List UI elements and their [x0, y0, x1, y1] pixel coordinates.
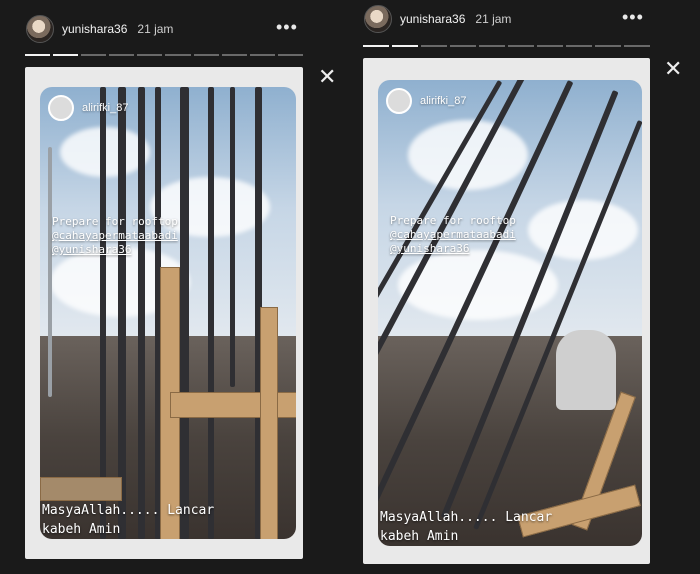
avatar[interactable]: [364, 5, 392, 33]
progress-segment: [479, 45, 505, 47]
story-card[interactable]: alirifki_87 Prepare for rooftop @cahayap…: [363, 58, 650, 564]
progress-segment: [249, 54, 275, 56]
story-card[interactable]: alirifki_87 Prepare for rooftop @cahayap…: [25, 67, 303, 559]
time-ago: 21 jam: [137, 22, 174, 36]
post-photo: alirifki_87 Prepare for rooftop @cahayap…: [378, 80, 642, 546]
time-ago: 21 jam: [475, 12, 512, 26]
more-options-icon[interactable]: •••: [276, 18, 298, 36]
mention-link[interactable]: @cahayapermataabadi: [52, 229, 178, 243]
caption-line: kabeh Amin: [42, 522, 121, 537]
post-header: alirifki_87: [386, 88, 466, 114]
mention-link[interactable]: @yunishara36: [390, 242, 516, 256]
story-text-line: Prepare for rooftop: [390, 214, 516, 227]
progress-segment: [421, 45, 447, 47]
progress-segment: [193, 54, 219, 56]
caption: MasyaAllah..... Lancar kabeh Amin: [42, 501, 214, 539]
mention-link[interactable]: @cahayapermataabadi: [390, 228, 516, 242]
username[interactable]: yunishara36: [400, 12, 465, 26]
more-options-icon[interactable]: •••: [622, 8, 644, 26]
progress-segment: [508, 45, 534, 47]
progress-segment: [25, 54, 51, 56]
story-text: Prepare for rooftop @cahayapermataabadi …: [390, 214, 516, 256]
progress-segment: [392, 45, 418, 47]
post-avatar: [386, 88, 412, 114]
username[interactable]: yunishara36: [62, 22, 127, 36]
story-text-line: Prepare for rooftop: [52, 215, 178, 228]
story-viewer-right: yunishara36 21 jam ••• alirifki_87 Prepa…: [340, 0, 700, 574]
story-progress-bar: [25, 54, 303, 56]
caption: MasyaAllah..... Lancar kabeh Amin: [380, 508, 552, 546]
caption-line: MasyaAllah..... Lancar: [380, 510, 553, 525]
progress-segment: [109, 54, 135, 56]
progress-segment: [450, 45, 476, 47]
progress-segment: [137, 54, 163, 56]
progress-segment: [221, 54, 247, 56]
story-viewer-left: yunishara36 21 jam ••• alirifki_87 Prepa…: [0, 0, 322, 574]
progress-segment: [537, 45, 563, 47]
avatar[interactable]: [26, 15, 54, 43]
progress-segment: [566, 45, 592, 47]
progress-segment: [81, 54, 107, 56]
caption-line: kabeh Amin: [380, 529, 459, 544]
mention-link[interactable]: @yunishara36: [52, 243, 178, 257]
close-icon[interactable]: ✕: [664, 58, 682, 80]
post-header: alirifki_87: [48, 95, 128, 121]
progress-segment: [277, 54, 303, 56]
worker-figure: [556, 330, 616, 410]
post-username: alirifki_87: [82, 102, 129, 114]
progress-segment: [363, 45, 389, 47]
story-text: Prepare for rooftop @cahayapermataabadi …: [52, 215, 178, 257]
post-avatar: [48, 95, 74, 121]
story-progress-bar: [363, 45, 650, 47]
caption-line: MasyaAllah..... Lancar: [42, 503, 215, 518]
progress-segment: [165, 54, 191, 56]
close-icon[interactable]: ✕: [318, 66, 336, 88]
story-header: yunishara36 21 jam: [364, 5, 511, 33]
progress-segment: [595, 45, 621, 47]
post-username: alirifki_87: [420, 95, 467, 107]
progress-segment: [53, 54, 79, 56]
story-header: yunishara36 21 jam: [26, 15, 173, 43]
post-photo: alirifki_87 Prepare for rooftop @cahayap…: [40, 87, 296, 539]
progress-segment: [624, 45, 650, 47]
